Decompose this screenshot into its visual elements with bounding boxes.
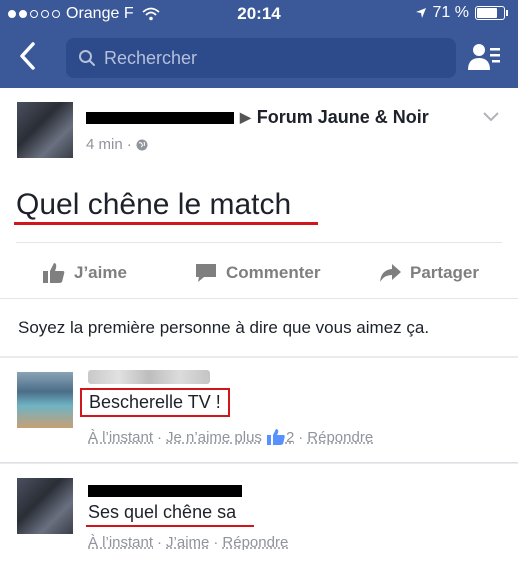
people-list-icon	[468, 44, 500, 70]
post-meta: 4 min ·	[86, 136, 148, 153]
comment-meta: À l’instant · Je n’aime plus 2 · Répondr…	[88, 428, 374, 446]
comment-icon	[196, 264, 216, 282]
post-author-avatar[interactable]	[17, 102, 73, 158]
post-text: Quel chêne le match	[16, 188, 292, 221]
commenter-avatar[interactable]	[17, 478, 73, 534]
app-header: Orange F 20:14 71 % Rechercher	[0, 0, 518, 88]
comment-divider	[0, 462, 518, 463]
redacted-author-name	[86, 111, 234, 124]
thumbs-up-icon	[43, 263, 65, 283]
comment-meta: À l’instant · J’aime · Répondre	[88, 534, 289, 551]
battery-percent: 71 %	[432, 4, 469, 21]
comment-label: Commenter	[226, 263, 321, 282]
search-input[interactable]: Rechercher	[66, 38, 456, 78]
comment-time[interactable]: À l’instant	[88, 429, 153, 446]
search-placeholder: Rechercher	[104, 47, 198, 68]
share-button[interactable]: Partager	[378, 262, 479, 284]
comment-item: Ses quel chêne sa À l’instant · J’aime ·…	[0, 464, 518, 568]
search-icon	[79, 50, 95, 66]
back-button[interactable]	[18, 38, 46, 74]
like-label: J’aime	[74, 263, 127, 282]
post-header: ▶ Forum Jaune & Noir	[86, 107, 429, 128]
reply-link[interactable]: Répondre	[307, 429, 373, 446]
commenter-avatar[interactable]	[17, 372, 73, 428]
post-card: ▶ Forum Jaune & Noir 4 min · Quel chêne …	[0, 88, 518, 356]
comment-like-count[interactable]: 2	[266, 428, 294, 446]
reply-link[interactable]: Répondre	[222, 534, 288, 551]
comment-text: Ses quel chêne sa	[88, 502, 237, 522]
comment-button[interactable]: Commenter	[194, 262, 320, 284]
likes-summary: Soyez la première personne à dire que vo…	[18, 318, 430, 337]
share-arrow-icon	[380, 264, 401, 282]
post-divider	[16, 242, 502, 243]
post-actions: J’aime Commenter Partager	[0, 252, 518, 292]
chevron-down-icon	[483, 112, 499, 122]
comment-time[interactable]: À l’instant	[88, 534, 153, 551]
group-name[interactable]: Forum Jaune & Noir	[257, 107, 429, 128]
post-time: 4 min	[86, 136, 123, 153]
post-text-highlight	[14, 222, 318, 225]
unlike-link[interactable]: Je n’aime plus	[166, 429, 262, 446]
comment-like-count-value: 2	[285, 428, 295, 446]
friend-requests-button[interactable]	[468, 42, 502, 77]
post-options-button[interactable]	[482, 110, 500, 128]
blurred-commenter-name	[88, 370, 210, 384]
status-bar: Orange F 20:14 71 %	[0, 0, 518, 28]
actions-divider	[0, 298, 518, 299]
thumbs-up-icon	[266, 429, 285, 445]
redacted-commenter-name	[88, 484, 242, 502]
battery-icon	[475, 6, 505, 20]
like-link[interactable]: J’aime	[166, 534, 209, 551]
chevron-left-icon	[20, 42, 35, 70]
location-arrow-icon	[415, 8, 426, 18]
comment-text-highlight	[86, 525, 254, 527]
like-button[interactable]: J’aime	[42, 262, 127, 284]
globe-icon	[136, 139, 148, 150]
triangle-right-icon: ▶	[240, 109, 251, 125]
comment-text: Bescherelle TV !	[80, 388, 230, 417]
comment-item: Bescherelle TV ! À l’instant · Je n’aime…	[0, 358, 518, 462]
battery-status: 71 %	[415, 4, 508, 22]
share-label: Partager	[410, 263, 479, 282]
